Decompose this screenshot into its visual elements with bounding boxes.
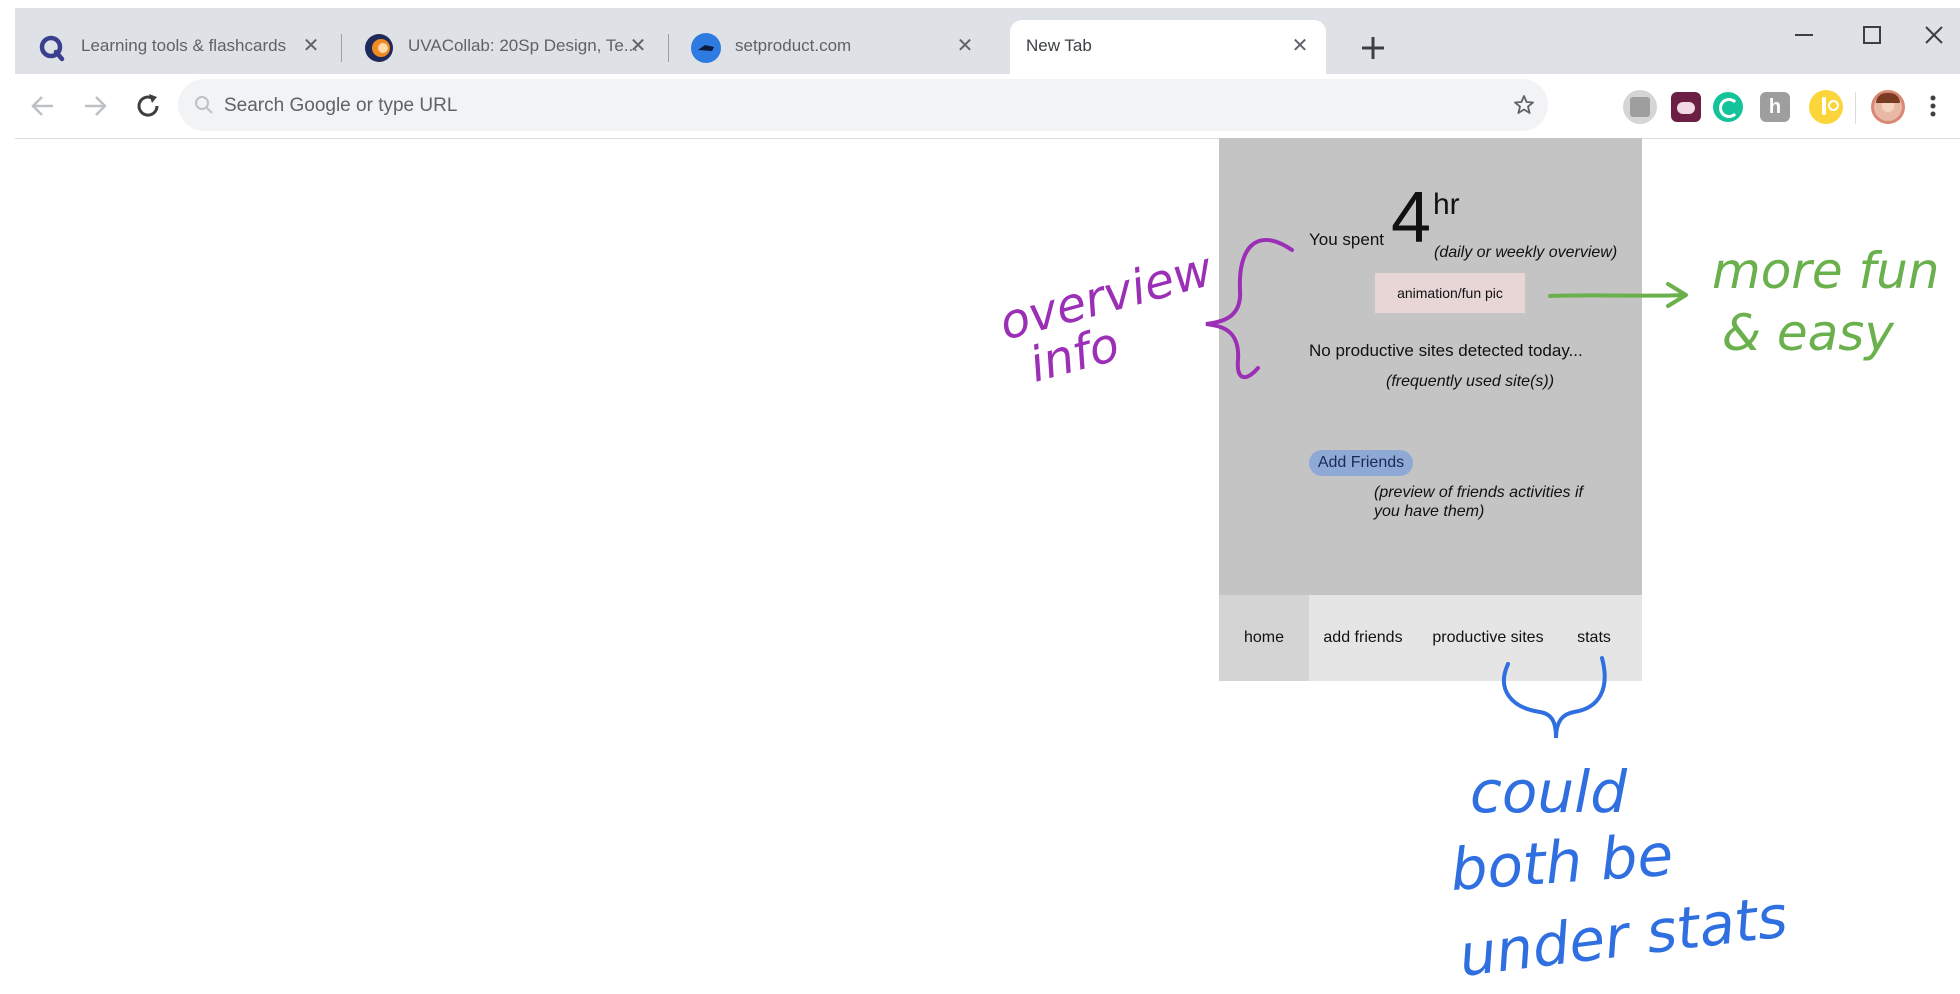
extension-popup-mockup: You spent 4 hr (daily or weekly overview… [1219, 138, 1642, 681]
animation-placeholder: animation/fun pic [1375, 273, 1525, 313]
omnibox[interactable] [178, 79, 1548, 131]
stats-annotation: could both be under stats [1448, 656, 1791, 990]
back-arrow-icon[interactable] [25, 88, 61, 124]
fun-annotation-line1: more fun [1712, 242, 1940, 300]
quizlet-icon [39, 35, 65, 62]
time-spent-label: You spent [1309, 230, 1384, 249]
close-tab-icon[interactable]: ✕ [953, 34, 977, 58]
stats-annotation-line2: both be [1448, 821, 1675, 904]
extension-face-icon[interactable] [1671, 92, 1701, 122]
close-tab-icon[interactable]: ✕ [299, 34, 323, 58]
forward-arrow-icon[interactable] [77, 88, 113, 124]
nav-stats[interactable]: stats [1559, 595, 1629, 681]
uvacollab-icon [365, 34, 393, 62]
handwritten-annotations: overview info more fun & easy could both… [994, 238, 1940, 990]
profile-avatar[interactable] [1871, 90, 1905, 124]
extension-gray-icon[interactable] [1623, 90, 1657, 124]
overview-note: (daily or weekly overview) [1434, 244, 1618, 261]
tab-quizlet[interactable]: Learning tools & flashcards ✕ [15, 20, 337, 74]
tab-title: New Tab [1026, 36, 1092, 55]
close-tab-icon[interactable]: ✕ [626, 34, 650, 58]
extension-h-icon[interactable]: h [1760, 92, 1790, 122]
animation-placeholder-label: animation/fun pic [1397, 285, 1503, 301]
nav-stats-label: stats [1577, 629, 1611, 646]
nav-home[interactable]: home [1219, 595, 1309, 681]
setproduct-icon [691, 33, 721, 63]
nav-add-friends-label: add friends [1323, 629, 1403, 646]
bookmark-star-icon[interactable] [1512, 93, 1536, 117]
minimize-icon[interactable] [1787, 18, 1821, 52]
extension-yellow-icon[interactable] [1809, 90, 1843, 124]
address-input[interactable] [222, 89, 1466, 123]
tab-uvacollab[interactable]: UVACollab: 20Sp Design, Te... ✕ [342, 20, 664, 74]
nav-productive-sites-label: productive sites [1432, 629, 1544, 646]
nav-add-friends[interactable]: add friends [1309, 595, 1417, 681]
nav-home-label: home [1243, 629, 1285, 646]
popup-bottom-nav: home add friends productive sites stats [1219, 595, 1642, 681]
tab-new-tab[interactable]: New Tab ✕ [1010, 20, 1326, 74]
stats-annotation-line3: under stats [1455, 882, 1791, 990]
tab-setproduct[interactable]: setproduct.com ✕ [669, 20, 991, 74]
menu-kebab-icon[interactable] [1927, 88, 1939, 124]
add-friends-button-label: Add Friends [1317, 454, 1405, 471]
maximize-icon[interactable] [1855, 18, 1889, 52]
new-tab-icon[interactable] [1355, 30, 1391, 66]
toolbar-divider [1855, 92, 1856, 124]
productive-sites-status: No productive sites detected today... [1309, 341, 1583, 360]
frequent-sites-note: (frequently used site(s)) [1386, 373, 1555, 390]
reload-icon[interactable] [130, 88, 166, 124]
search-icon [195, 96, 213, 114]
tab-title: UVACollab: 20Sp Design, Te... [408, 36, 638, 55]
nav-productive-sites[interactable]: productive sites [1417, 595, 1559, 681]
time-spent-unit: hr [1433, 188, 1460, 221]
time-spent-value: 4 [1391, 178, 1432, 258]
tab-title: setproduct.com [735, 36, 852, 55]
tab-title: Learning tools & flashcards [81, 36, 287, 55]
close-tab-icon[interactable]: ✕ [1288, 34, 1312, 58]
add-friends-button[interactable]: Add Friends [1309, 450, 1413, 476]
grammarly-icon[interactable] [1713, 92, 1743, 122]
overview-annotation-line2: info [1024, 316, 1125, 393]
browser-toolbar: h [15, 74, 1960, 139]
overview-annotation-line1: overview [994, 241, 1219, 352]
stats-annotation-line1: could [1470, 758, 1628, 826]
tab-strip: Learning tools & flashcards ✕ UVACollab:… [15, 8, 1960, 74]
fun-annotation-line2: & easy [1722, 304, 1895, 362]
close-window-icon[interactable] [1917, 18, 1951, 52]
friends-preview-note: (preview of friends activities if you ha… [1374, 484, 1583, 520]
